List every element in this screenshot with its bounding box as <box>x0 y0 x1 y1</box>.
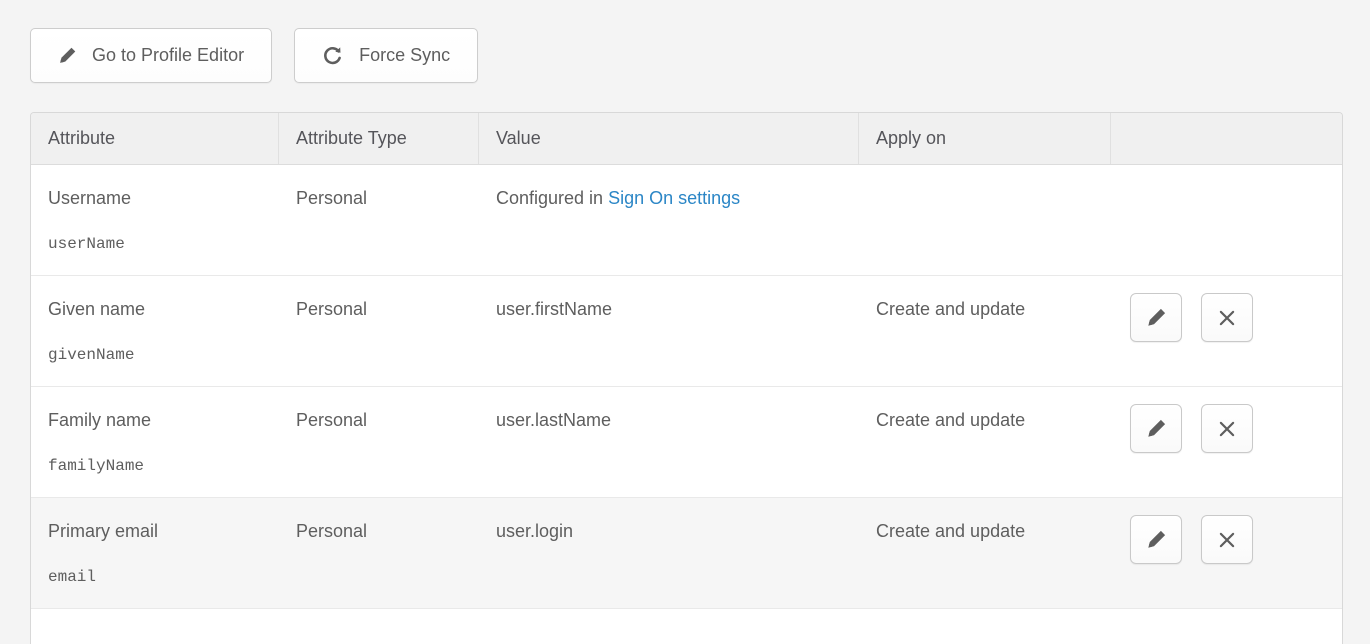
attribute-label: Username <box>48 187 267 209</box>
empty-table-row <box>31 609 1342 644</box>
actions-cell <box>1111 165 1342 275</box>
value-cell: Configured inSign On settings <box>479 165 859 275</box>
force-sync-button[interactable]: Force Sync <box>294 28 478 83</box>
value-cell: user.lastName <box>479 387 859 497</box>
attribute-cell: Family name familyName <box>31 387 279 497</box>
attribute-code: familyName <box>48 455 267 477</box>
value-cell: user.login <box>479 498 859 608</box>
apply-on-cell <box>859 165 1111 275</box>
attribute-label: Primary email <box>48 520 267 542</box>
go-to-profile-editor-button[interactable]: Go to Profile Editor <box>30 28 272 83</box>
attribute-code: givenName <box>48 344 267 366</box>
column-header-attribute: Attribute <box>31 113 279 164</box>
attribute-code: email <box>48 566 267 588</box>
apply-on-cell: Create and update <box>859 276 1111 386</box>
actions-cell <box>1111 498 1342 608</box>
column-header-apply-on: Apply on <box>859 113 1111 164</box>
attributes-table: Attribute Attribute Type Value Apply on … <box>30 112 1343 644</box>
attribute-type-cell: Personal <box>279 498 479 608</box>
pencil-icon <box>58 46 77 65</box>
pencil-icon <box>1146 529 1167 550</box>
table-row-username: Username userName Personal Configured in… <box>31 165 1342 276</box>
x-icon <box>1217 308 1237 328</box>
attribute-type-cell: Personal <box>279 387 479 497</box>
table-row-given-name: Given name givenName Personal user.first… <box>31 276 1342 387</box>
value-cell: user.firstName <box>479 276 859 386</box>
column-header-attribute-type: Attribute Type <box>279 113 479 164</box>
edit-attribute-button[interactable] <box>1130 404 1182 453</box>
pencil-icon <box>1146 418 1167 439</box>
actions-cell <box>1111 387 1342 497</box>
table-row-primary-email: Primary email email Personal user.login … <box>31 498 1342 609</box>
go-to-profile-editor-label: Go to Profile Editor <box>92 45 244 66</box>
toolbar: Go to Profile Editor Force Sync <box>30 28 1370 83</box>
column-header-actions <box>1111 113 1342 164</box>
attribute-label: Family name <box>48 409 267 431</box>
attribute-mappings-page: Go to Profile Editor Force Sync Attribut… <box>0 0 1370 644</box>
pencil-icon <box>1146 307 1167 328</box>
attribute-label: Given name <box>48 298 267 320</box>
table-header-row: Attribute Attribute Type Value Apply on <box>31 113 1342 165</box>
attribute-code: userName <box>48 233 267 255</box>
apply-on-cell: Create and update <box>859 387 1111 497</box>
attribute-type-cell: Personal <box>279 276 479 386</box>
force-sync-label: Force Sync <box>359 45 450 66</box>
attribute-cell: Primary email email <box>31 498 279 608</box>
table-row-family-name: Family name familyName Personal user.las… <box>31 387 1342 498</box>
attribute-type-cell: Personal <box>279 165 479 275</box>
x-icon <box>1217 530 1237 550</box>
x-icon <box>1217 419 1237 439</box>
apply-on-cell: Create and update <box>859 498 1111 608</box>
edit-attribute-button[interactable] <box>1130 293 1182 342</box>
edit-attribute-button[interactable] <box>1130 515 1182 564</box>
attribute-cell: Username userName <box>31 165 279 275</box>
actions-cell <box>1111 276 1342 386</box>
column-header-value: Value <box>479 113 859 164</box>
delete-attribute-button[interactable] <box>1201 404 1253 453</box>
attribute-cell: Given name givenName <box>31 276 279 386</box>
value-text: Configured in <box>496 188 603 208</box>
sign-on-settings-link[interactable]: Sign On settings <box>608 188 740 208</box>
refresh-icon <box>322 45 344 67</box>
delete-attribute-button[interactable] <box>1201 515 1253 564</box>
delete-attribute-button[interactable] <box>1201 293 1253 342</box>
